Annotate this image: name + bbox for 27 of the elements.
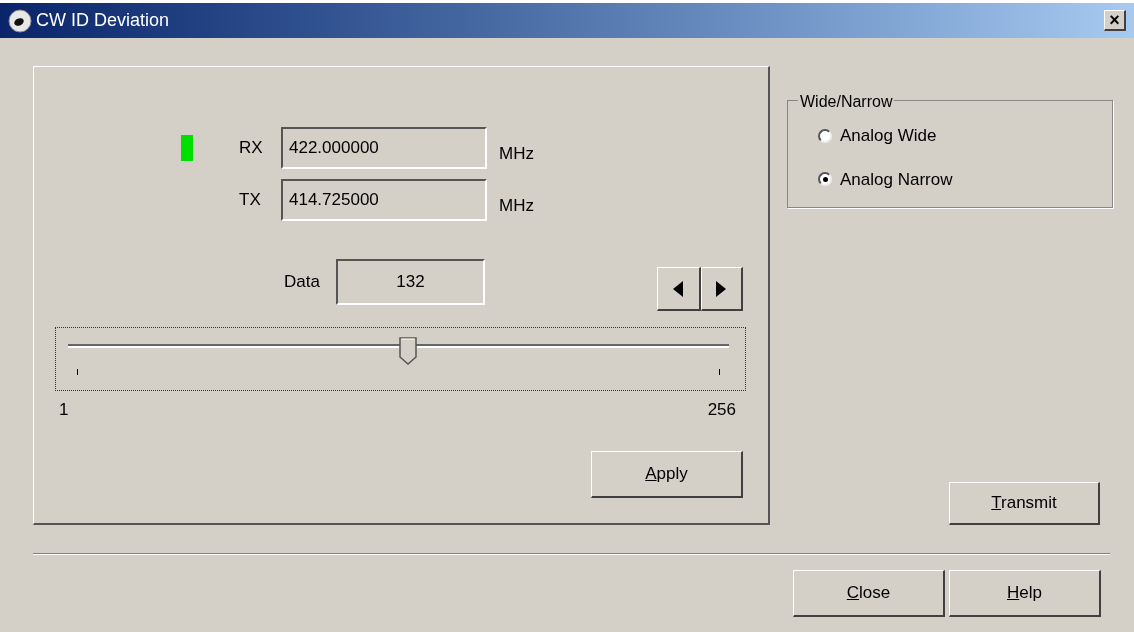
increment-button[interactable] — [700, 267, 743, 311]
radio-button[interactable] — [818, 128, 832, 143]
data-field[interactable]: 132 — [335, 259, 485, 305]
data-label: Data — [284, 271, 320, 294]
apply-button[interactable]: Apply — [591, 450, 743, 498]
radio-option[interactable]: Analog Wide — [818, 123, 937, 149]
unit-label: MHz — [499, 195, 534, 218]
dialog-button[interactable]: Help — [949, 570, 1101, 617]
slider-thumb[interactable] — [398, 337, 417, 365]
disc-icon — [8, 8, 32, 33]
transmit-button[interactable]: Transmit — [949, 482, 1100, 525]
frequency-label: RX — [239, 137, 263, 160]
dialog-button[interactable]: Close — [793, 570, 945, 617]
frequency-field[interactable]: 422.000000 — [281, 127, 487, 169]
frequency-field[interactable]: 414.725000 — [281, 179, 487, 221]
radio-button[interactable] — [818, 172, 832, 187]
right-triangle-icon — [716, 280, 727, 297]
min-label: 1 — [59, 399, 69, 421]
radio-option[interactable]: Analog Narrow — [818, 166, 953, 192]
decrement-button[interactable] — [656, 267, 701, 311]
max-label: 256 — [707, 399, 736, 421]
left-triangle-icon — [673, 280, 684, 297]
slider[interactable] — [55, 327, 746, 391]
frequency-label: TX — [239, 189, 262, 212]
close-button[interactable]: × — [1104, 10, 1126, 31]
unit-label: MHz — [499, 143, 534, 166]
window-title: CW ID Deviation — [36, 9, 170, 32]
